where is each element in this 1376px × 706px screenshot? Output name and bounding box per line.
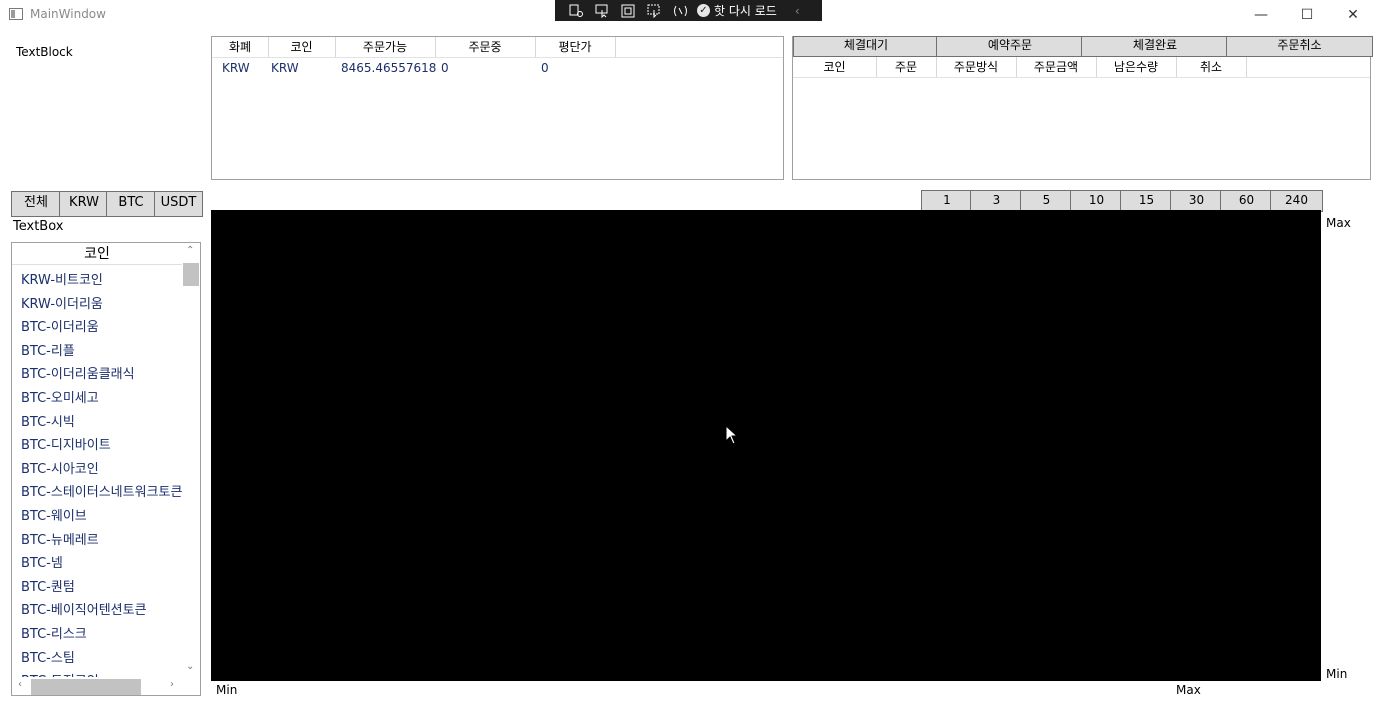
y-axis-max-label: Max bbox=[1326, 216, 1351, 230]
coin-list: 코인 KRW-비트코인 KRW-이더리움 BTC-이더리움 BTC-리플 BTC… bbox=[11, 242, 201, 696]
vertical-scroll-thumb[interactable] bbox=[183, 263, 199, 286]
cell-available: 8465.46557618 bbox=[341, 61, 437, 75]
list-item[interactable]: BTC-리스크 bbox=[21, 623, 183, 642]
tab-reserved[interactable]: 예약주문 bbox=[936, 36, 1084, 57]
interval-60-button[interactable]: 60 bbox=[1220, 190, 1273, 212]
filter-usdt-button[interactable]: USDT bbox=[154, 191, 203, 217]
list-item[interactable]: BTC-베이직어텐션토큰 bbox=[21, 599, 183, 618]
collapse-toolbar-icon[interactable]: ‹ bbox=[795, 4, 800, 18]
horizontal-scrollbar[interactable]: ‹ › bbox=[12, 677, 182, 695]
tab-cancelled[interactable]: 주문취소 bbox=[1226, 36, 1373, 57]
chart-canvas[interactable] bbox=[211, 210, 1321, 681]
list-item[interactable]: BTC-리플 bbox=[21, 340, 183, 359]
table-row[interactable]: KRW KRW 8465.46557618 0 0 bbox=[212, 59, 783, 79]
cell-in-order: 0 bbox=[441, 61, 449, 75]
scroll-right-icon[interactable]: › bbox=[170, 679, 174, 690]
column-header[interactable]: 화폐 bbox=[212, 37, 269, 57]
close-button[interactable]: ✕ bbox=[1330, 0, 1376, 30]
coin-list-header[interactable]: 코인 bbox=[12, 243, 182, 265]
app-icon bbox=[9, 8, 23, 20]
binding-failures-icon[interactable] bbox=[671, 3, 689, 18]
list-item[interactable]: BTC-오미세고 bbox=[21, 387, 183, 406]
scroll-up-icon[interactable]: ⌃ bbox=[186, 245, 194, 256]
list-item[interactable]: BTC-이더리움 bbox=[21, 316, 183, 335]
list-item[interactable]: BTC-스팀 bbox=[21, 647, 183, 666]
interval-3-button[interactable]: 3 bbox=[970, 190, 1023, 212]
filter-btc-button[interactable]: BTC bbox=[106, 191, 156, 217]
list-item[interactable]: BTC-이더리움클래식 bbox=[21, 363, 183, 382]
window-title: MainWindow bbox=[30, 7, 106, 21]
list-item[interactable]: BTC-웨이브 bbox=[21, 505, 183, 524]
column-header[interactable]: 주문 bbox=[876, 57, 937, 77]
column-header[interactable]: 취소 bbox=[1176, 57, 1247, 77]
list-item[interactable]: BTC-뉴메레르 bbox=[21, 529, 183, 548]
mouse-cursor-icon bbox=[725, 424, 739, 448]
vertical-scrollbar[interactable]: ⌃ ⌄ bbox=[182, 243, 200, 679]
order-panel: 체결대기 예약주문 체결완료 주문취소 코인 주문 주문방식 주문금액 남은수량… bbox=[792, 36, 1373, 180]
hot-reload-check-icon: ✓ bbox=[697, 4, 710, 17]
column-header[interactable]: 코인 bbox=[268, 37, 336, 57]
interval-30-button[interactable]: 30 bbox=[1170, 190, 1223, 212]
tab-completed[interactable]: 체결완료 bbox=[1081, 36, 1229, 57]
list-item[interactable]: KRW-이더리움 bbox=[21, 293, 183, 312]
text-block: TextBlock bbox=[16, 45, 73, 59]
cell-currency: KRW bbox=[222, 61, 250, 75]
list-item[interactable]: BTC-시아코인 bbox=[21, 458, 183, 477]
interval-10-button[interactable]: 10 bbox=[1070, 190, 1123, 212]
interval-5-button[interactable]: 5 bbox=[1020, 190, 1073, 212]
display-layout-adorners-icon[interactable] bbox=[619, 3, 637, 18]
list-item[interactable]: BTC-넴 bbox=[21, 552, 183, 571]
horizontal-scroll-thumb[interactable] bbox=[31, 679, 141, 695]
select-element-icon[interactable] bbox=[593, 3, 611, 18]
interval-240-button[interactable]: 240 bbox=[1270, 190, 1323, 212]
column-header[interactable]: 남은수량 bbox=[1096, 57, 1177, 77]
column-header[interactable]: 주문중 bbox=[435, 37, 536, 57]
column-header[interactable]: 주문금액 bbox=[1016, 57, 1097, 77]
list-item[interactable]: BTC-스테이터스네트워크토큰 bbox=[21, 481, 183, 500]
order-grid-header: 코인 주문 주문방식 주문금액 남은수량 취소 bbox=[793, 57, 1370, 78]
list-item[interactable]: BTC-시빅 bbox=[21, 411, 183, 430]
maximize-button[interactable]: ☐ bbox=[1284, 0, 1330, 30]
debug-toolbar: ✓ 핫 다시 로드 ‹ bbox=[555, 0, 822, 21]
filter-krw-button[interactable]: KRW bbox=[59, 191, 109, 217]
column-header[interactable]: 주문가능 bbox=[335, 37, 436, 57]
column-header[interactable]: 평단가 bbox=[535, 37, 616, 57]
x-axis-min-label: Min bbox=[216, 683, 238, 697]
tab-pending[interactable]: 체결대기 bbox=[793, 36, 939, 57]
column-header[interactable]: 코인 bbox=[793, 57, 877, 77]
scroll-down-icon[interactable]: ⌄ bbox=[186, 661, 194, 672]
live-visual-tree-icon[interactable] bbox=[567, 3, 585, 18]
column-header[interactable]: 주문방식 bbox=[936, 57, 1017, 77]
balance-grid-header: 화폐 코인 주문가능 주문중 평단가 bbox=[212, 37, 783, 58]
track-focused-element-icon[interactable] bbox=[645, 3, 663, 18]
search-input[interactable]: TextBox bbox=[13, 219, 63, 234]
filter-all-button[interactable]: 전체 bbox=[11, 191, 61, 217]
hot-reload-label[interactable]: 핫 다시 로드 bbox=[714, 2, 777, 19]
cell-coin: KRW bbox=[271, 61, 299, 75]
y-axis-min-label: Min bbox=[1326, 667, 1348, 681]
scroll-left-icon[interactable]: ‹ bbox=[18, 679, 22, 690]
balance-grid: 화폐 코인 주문가능 주문중 평단가 KRW KRW 8465.46557618… bbox=[211, 36, 784, 180]
list-item[interactable]: BTC-디지바이트 bbox=[21, 434, 183, 453]
list-item[interactable]: BTC-퀀텀 bbox=[21, 576, 183, 595]
cell-avg-price: 0 bbox=[541, 61, 549, 75]
minimize-button[interactable]: — bbox=[1238, 0, 1284, 30]
list-item[interactable]: KRW-비트코인 bbox=[21, 269, 183, 288]
interval-1-button[interactable]: 1 bbox=[921, 190, 973, 212]
interval-15-button[interactable]: 15 bbox=[1120, 190, 1173, 212]
x-axis-max-label: Max bbox=[1176, 683, 1201, 697]
